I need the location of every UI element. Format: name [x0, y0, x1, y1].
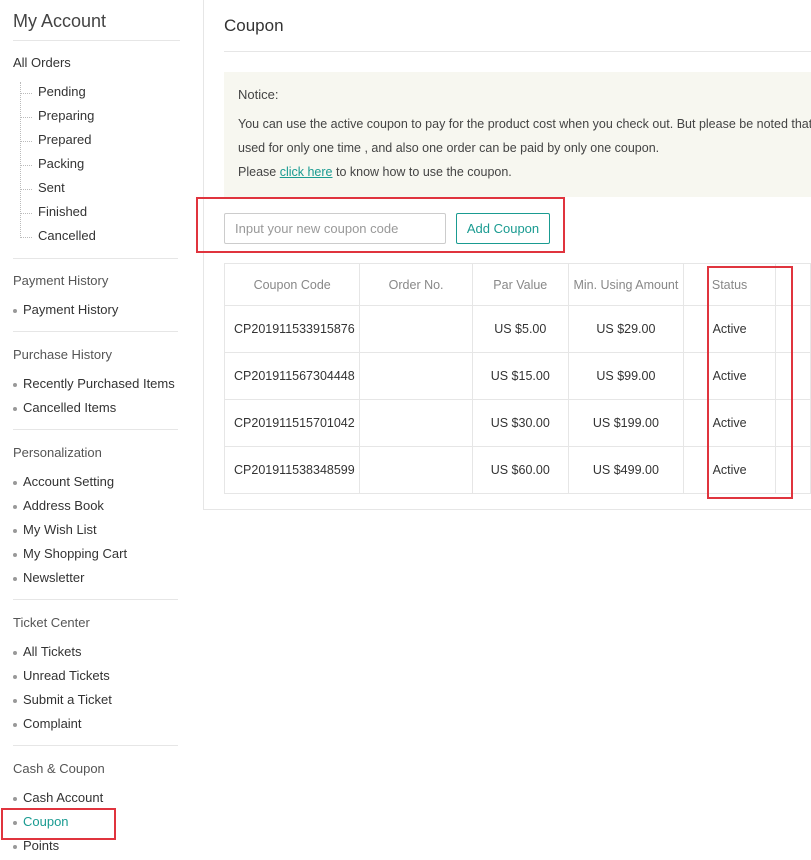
sidebar-item-cancelled[interactable]: Cancelled: [20, 228, 96, 243]
cell-min-amount: US $199.00: [567, 399, 685, 447]
page-title-divider: [224, 51, 811, 52]
sidebar-group-cash-coupon: Cash & Coupon: [13, 761, 105, 776]
column-header-par-value: Par Value: [471, 263, 569, 306]
notice-box: Notice: You can use the active coupon to…: [224, 72, 811, 197]
sidebar-item-points[interactable]: Points: [12, 838, 59, 853]
cell-order-no: [359, 446, 473, 494]
sidebar-item-newsletter[interactable]: Newsletter: [12, 570, 84, 585]
sidebar-divider: [13, 331, 178, 332]
sidebar-group-purchase-history: Purchase History: [13, 347, 112, 362]
cell-min-amount: US $499.00: [567, 446, 685, 494]
cell-coupon-code: CP201911567304448: [223, 352, 361, 400]
sidebar-divider: [13, 258, 178, 259]
column-header-order-no: Order No.: [359, 263, 473, 306]
sidebar-item-submit-ticket[interactable]: Submit a Ticket: [13, 692, 112, 707]
sidebar-item-shopping-cart[interactable]: My Shopping Cart: [12, 546, 127, 561]
cell-order-no: [359, 352, 473, 400]
sidebar-item-all-tickets[interactable]: All Tickets: [13, 644, 82, 659]
sidebar-item-finished[interactable]: Finished: [19, 204, 87, 219]
sidebar-item-all-orders[interactable]: All Orders: [13, 55, 71, 70]
notice-line-1: You can use the active coupon to pay for…: [238, 117, 811, 131]
sidebar-divider: [13, 429, 178, 430]
cell-coupon-code: CP201911538348599: [223, 446, 361, 494]
cell-min-amount: US $29.00: [567, 305, 685, 353]
sidebar-item-unread-tickets[interactable]: Unread Tickets: [13, 668, 110, 683]
cell-order-no: [359, 305, 473, 353]
sidebar-divider: [13, 599, 178, 600]
cell-par-value: US $60.00: [471, 446, 569, 494]
coupon-sidebar-highlight: [1, 808, 116, 840]
sidebar-title-divider: [13, 40, 180, 41]
sidebar-item-preparing[interactable]: Preparing: [19, 108, 94, 123]
sidebar-item-cancelled-items[interactable]: Cancelled Items: [12, 400, 116, 415]
page-title: Coupon: [224, 16, 284, 35]
sidebar-divider: [13, 745, 178, 746]
account-sidebar: My Account All Orders Pending Preparing …: [0, 0, 190, 860]
cell-par-value: US $5.00: [471, 305, 569, 353]
sidebar-item-account-setting[interactable]: Account Setting: [12, 474, 114, 489]
sidebar-group-ticket-center: Ticket Center: [13, 615, 90, 630]
sidebar-group-payment-history: Payment History: [13, 273, 109, 288]
sidebar-item-prepared[interactable]: Prepared: [19, 132, 91, 147]
cell-par-value: US $30.00: [471, 399, 569, 447]
sidebar-group-personalization: Personalization: [13, 445, 102, 460]
sidebar-item-cash-account[interactable]: Cash Account: [12, 790, 103, 805]
sidebar-item-pending[interactable]: Pending: [20, 84, 86, 99]
sidebar-item-recently-purchased[interactable]: Recently Purchased Items: [13, 376, 175, 391]
click-here-link[interactable]: click here: [280, 165, 333, 179]
notice-line-2: used for only one time , and also one or…: [238, 141, 660, 155]
notice-title: Notice:: [238, 87, 279, 102]
sidebar-item-address-book[interactable]: Address Book: [13, 498, 104, 513]
notice-line-3-suffix: to know how to use the coupon.: [332, 165, 512, 179]
sidebar-item-complaint[interactable]: Complaint: [13, 716, 82, 731]
coupon-entry-highlight: [196, 197, 565, 253]
sidebar-item-packing[interactable]: Packing: [19, 156, 84, 171]
column-header-min-using-amount: Min. Using Amount: [567, 263, 685, 306]
sidebar-item-sent[interactable]: Sent: [20, 180, 65, 195]
cell-min-amount: US $99.00: [567, 352, 685, 400]
column-header-coupon-code: Coupon Code: [223, 263, 361, 306]
sidebar-item-wish-list[interactable]: My Wish List: [13, 522, 97, 537]
cell-par-value: US $15.00: [471, 352, 569, 400]
sidebar-title: My Account: [13, 11, 107, 31]
notice-line-3: Please click here to know how to use the…: [238, 165, 512, 179]
status-column-highlight: [707, 266, 793, 499]
notice-line-3-prefix: Please: [238, 165, 280, 179]
cell-coupon-code: CP201911515701042: [223, 399, 361, 447]
cell-order-no: [359, 399, 473, 447]
sidebar-item-payment-history[interactable]: Payment History: [12, 302, 118, 317]
cell-coupon-code: CP201911533915876: [223, 305, 361, 353]
